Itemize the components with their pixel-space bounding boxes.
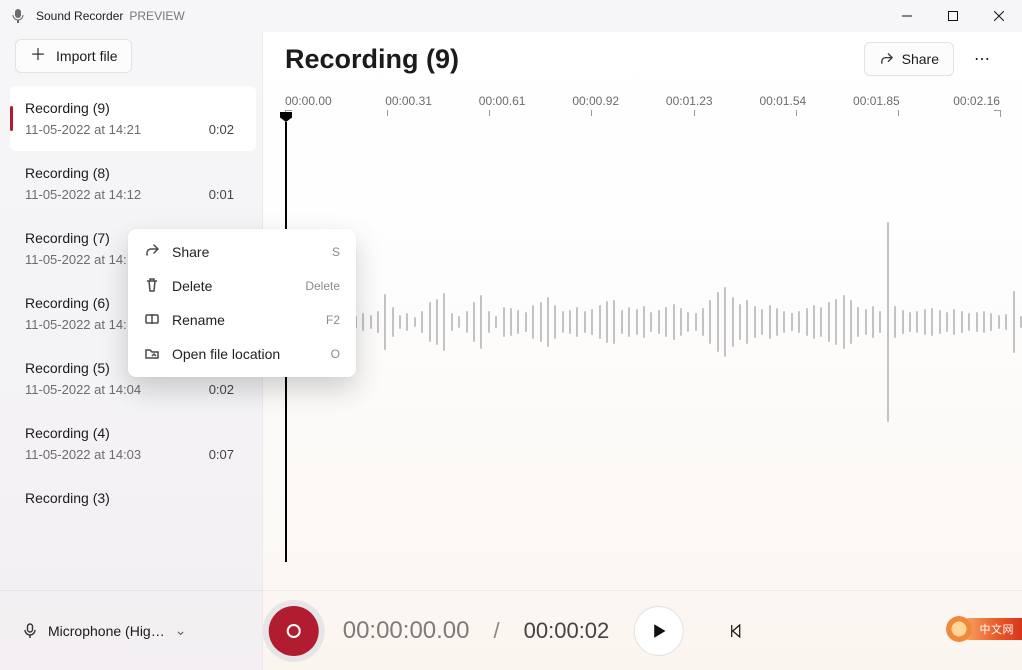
recording-title: Recording (4)	[25, 425, 234, 441]
chevron-down-icon: ⌄	[175, 622, 187, 639]
play-button[interactable]	[633, 606, 683, 656]
timeline-tick-label: 00:00.31	[379, 94, 439, 108]
record-button[interactable]	[269, 606, 319, 656]
time-separator: /	[494, 618, 500, 644]
context-menu-label: Rename	[172, 312, 314, 328]
recording-duration: 0:07	[209, 447, 234, 462]
recording-title: Recording (3)	[25, 490, 234, 506]
window-close-button[interactable]	[976, 0, 1022, 32]
current-time: 00:00:00.00	[343, 617, 470, 645]
share-label: Share	[902, 51, 939, 67]
recording-subtitle: 11-05-2022 at 14:	[25, 252, 127, 267]
microphone-icon	[22, 623, 38, 639]
total-time: 00:00:02	[524, 618, 610, 644]
timeline-tick-label: 00:01.85	[846, 94, 906, 108]
context-menu-label: Delete	[172, 278, 293, 294]
controls-bar: Microphone (Hig… ⌄ 00:00:00.00 / 00:00:0…	[0, 590, 1022, 670]
input-device-select[interactable]: Microphone (Hig… ⌄	[22, 622, 186, 639]
share-icon	[879, 52, 894, 67]
window-maximize-button[interactable]	[930, 0, 976, 32]
recording-duration: 0:02	[209, 382, 234, 397]
app-preview-badge: PREVIEW	[129, 9, 184, 23]
context-menu-label: Share	[172, 244, 320, 260]
import-file-button[interactable]: ＋ Import file	[15, 39, 132, 73]
context-menu-item[interactable]: Open file location O	[134, 337, 350, 371]
corner-badge: 中文网	[958, 618, 1022, 640]
timeline[interactable]: 00:00.00 00:00.31 00:00.61 00:00.92 00:01.23…	[263, 82, 1022, 562]
skip-back-icon	[727, 623, 743, 639]
timeline-tick-label: 00:00.00	[285, 94, 345, 108]
recording-subtitle: 11-05-2022 at 14:04	[25, 382, 141, 397]
window-minimize-button[interactable]	[884, 0, 930, 32]
play-icon	[649, 622, 667, 640]
recording-subtitle: 11-05-2022 at 14:12	[25, 187, 141, 202]
delete-icon	[144, 277, 160, 296]
context-menu: Share S Delete Delete Rename F2 Open file loca…	[128, 229, 356, 377]
recording-duration: 0:01	[209, 187, 234, 202]
main: Recording (9) Share ⋯ 00:00.0000:00.3100…	[263, 32, 1022, 670]
more-button[interactable]: ⋯	[964, 42, 1000, 76]
context-menu-shortcut: S	[332, 245, 340, 259]
folder-icon	[144, 345, 160, 364]
recording-list-item[interactable]: Recording (9) 11-05-2022 at 14:21 0:02	[10, 86, 256, 151]
share-button[interactable]: Share	[864, 42, 954, 76]
context-menu-shortcut: O	[331, 347, 340, 361]
recording-subtitle: 11-05-2022 at 14:	[25, 317, 127, 332]
timeline-tick-label: 00:00.92	[566, 94, 626, 108]
recording-subtitle: 11-05-2022 at 14:03	[25, 447, 141, 462]
context-menu-shortcut: F2	[326, 313, 340, 327]
input-device-label: Microphone (Hig…	[48, 623, 165, 639]
waveform	[303, 212, 1000, 432]
context-menu-item[interactable]: Share S	[134, 235, 350, 269]
plus-icon: ＋	[30, 48, 46, 64]
more-icon: ⋯	[974, 49, 990, 69]
recording-subtitle: 11-05-2022 at 14:21	[25, 122, 141, 137]
timeline-tick-label: 00:02.16	[940, 94, 1000, 108]
skip-back-button[interactable]	[717, 613, 753, 649]
context-menu-item[interactable]: Rename F2	[134, 303, 350, 337]
recording-duration: 0:02	[209, 122, 234, 137]
timeline-ticks: 00:00.00 00:00.31 00:00.61 00:00.92 00:01.23…	[285, 94, 1000, 108]
timeline-tick-label: 00:01.54	[753, 94, 813, 108]
context-menu-label: Open file location	[172, 346, 319, 362]
recording-title: Recording (8)	[25, 165, 234, 181]
app-name: Sound Recorder	[36, 9, 123, 23]
recording-title: Recording (9)	[25, 100, 234, 116]
timeline-tick-label: 00:00.61	[472, 94, 532, 108]
timeline-tick-label: 00:01.23	[659, 94, 719, 108]
recording-list-item[interactable]: Recording (8) 11-05-2022 at 14:12 0:01	[10, 151, 256, 216]
page-title: Recording (9)	[285, 44, 459, 75]
rename-icon	[144, 311, 160, 330]
app-icon	[10, 8, 26, 24]
context-menu-shortcut: Delete	[305, 279, 340, 293]
share-icon	[144, 243, 160, 262]
record-icon	[287, 624, 301, 638]
recording-list-item[interactable]: Recording (3)	[10, 476, 256, 526]
badge-text: 中文网	[980, 621, 1015, 637]
recording-list-item[interactable]: Recording (4) 11-05-2022 at 14:03 0:07	[10, 411, 256, 476]
import-file-label: Import file	[56, 48, 117, 64]
context-menu-item[interactable]: Delete Delete	[134, 269, 350, 303]
badge-logo-icon	[946, 616, 972, 642]
titlebar: Sound Recorder PREVIEW	[0, 0, 1022, 32]
